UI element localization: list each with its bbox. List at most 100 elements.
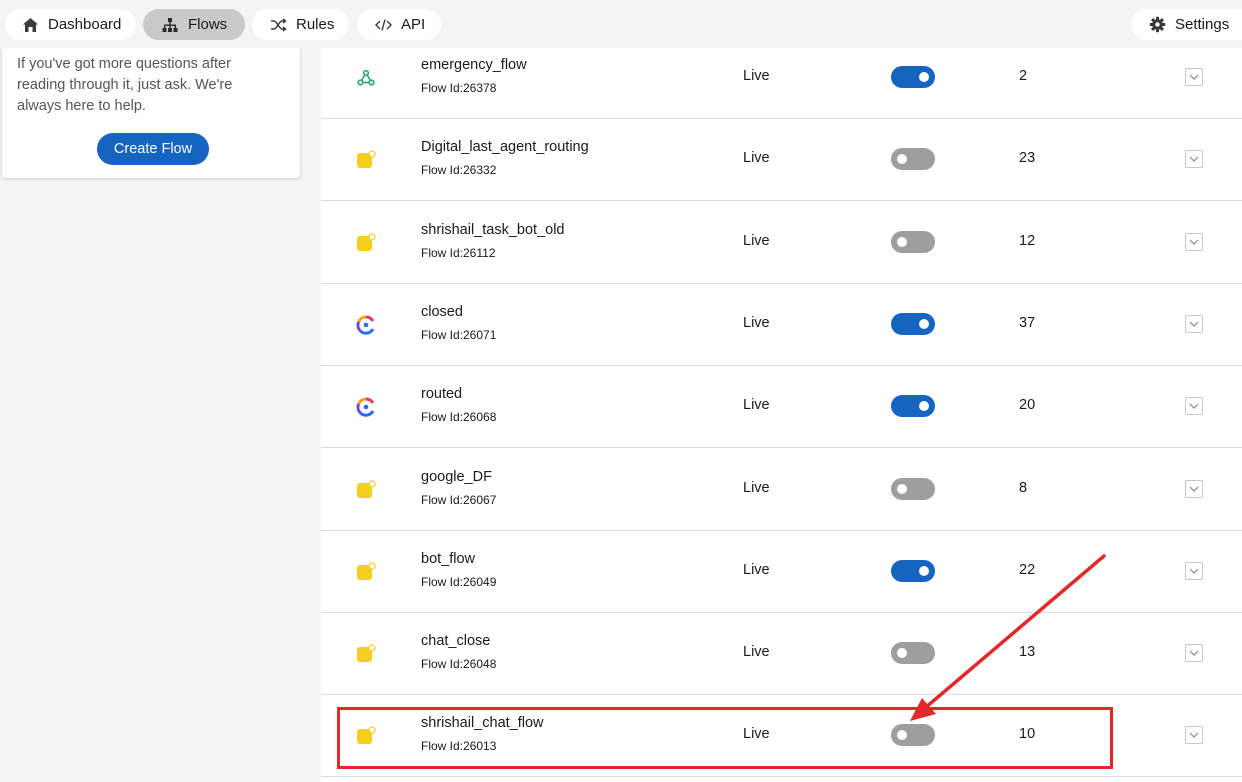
flow-toggle[interactable] bbox=[891, 312, 935, 335]
flow-name[interactable]: google_DF bbox=[421, 469, 492, 485]
flow-count: 10 bbox=[1019, 726, 1036, 743]
flow-name[interactable]: bot_flow bbox=[421, 551, 475, 567]
flow-status: Live bbox=[743, 644, 770, 661]
flow-status: Live bbox=[743, 726, 770, 743]
row-expand-button[interactable] bbox=[1185, 561, 1203, 580]
top-navigation: Dashboard Flows Rules API Settings bbox=[0, 0, 1242, 48]
toggle-knob bbox=[919, 318, 929, 329]
flow-count: 13 bbox=[1019, 644, 1036, 661]
flow-status: Live bbox=[743, 150, 770, 167]
colorful-c-logo-icon bbox=[356, 315, 376, 335]
flow-row-shrishail_task_bot_old[interactable]: shrishail_task_bot_old Flow Id:26112 Liv… bbox=[321, 202, 1242, 284]
gear-icon bbox=[1148, 16, 1166, 34]
chevron-down-icon bbox=[1189, 732, 1199, 739]
flow-id: Flow Id:26071 bbox=[421, 327, 497, 342]
flow-name[interactable]: emergency_flow bbox=[421, 57, 527, 73]
chevron-down-icon bbox=[1189, 403, 1199, 410]
flow-name[interactable]: shrishail_chat_flow bbox=[421, 715, 544, 731]
flow-row-google_DF[interactable]: google_DF Flow Id:26067 Live 8 bbox=[321, 449, 1242, 531]
flow-name[interactable]: routed bbox=[421, 386, 462, 402]
flow-name[interactable]: shrishail_task_bot_old bbox=[421, 222, 564, 238]
flow-id: Flow Id:26049 bbox=[421, 574, 497, 589]
nav-settings-label: Settings bbox=[1175, 16, 1230, 33]
create-flow-button[interactable]: Create Flow bbox=[97, 133, 209, 165]
flow-status: Live bbox=[743, 479, 770, 496]
code-icon bbox=[374, 16, 392, 34]
toggle-knob bbox=[897, 483, 907, 494]
toggle-knob bbox=[919, 401, 929, 412]
flow-toggle[interactable] bbox=[891, 148, 935, 171]
flow-list: emergency_flow Flow Id:26378 Live 2 Digi… bbox=[321, 37, 1242, 782]
flow-status: Live bbox=[743, 397, 770, 414]
flow-row-routed[interactable]: routed Flow Id:26068 Live 20 bbox=[321, 366, 1242, 449]
row-expand-button[interactable] bbox=[1185, 397, 1203, 416]
chevron-down-icon bbox=[1189, 321, 1199, 327]
flow-toggle[interactable] bbox=[891, 642, 935, 665]
flow-id: Flow Id:26112 bbox=[421, 245, 496, 260]
row-expand-button[interactable] bbox=[1185, 644, 1203, 663]
chevron-down-icon bbox=[1189, 486, 1199, 492]
row-expand-button[interactable] bbox=[1185, 479, 1203, 498]
help-card: If you've got more questions after readi… bbox=[2, 48, 300, 178]
flow-row-Digital_last_agent_routing[interactable]: Digital_last_agent_routing Flow Id:26332… bbox=[321, 119, 1242, 202]
toggle-knob bbox=[919, 565, 929, 576]
row-expand-button[interactable] bbox=[1185, 726, 1203, 745]
chevron-down-icon bbox=[1189, 74, 1199, 80]
nav-api-label: API bbox=[401, 16, 426, 33]
nav-settings[interactable]: Settings bbox=[1131, 9, 1242, 40]
yellow-note-icon bbox=[356, 232, 376, 253]
flow-count: 22 bbox=[1019, 561, 1036, 578]
flow-row-shrishail_chat_flow[interactable]: shrishail_chat_flow Flow Id:26013 Live 1… bbox=[321, 695, 1242, 778]
flow-row-chat_close[interactable]: chat_close Flow Id:26048 Live 13 bbox=[321, 613, 1242, 696]
webhook-icon bbox=[356, 68, 376, 88]
row-expand-button[interactable] bbox=[1185, 232, 1203, 251]
row-expand-button[interactable] bbox=[1185, 150, 1203, 169]
flow-count: 2 bbox=[1019, 68, 1028, 84]
flow-toggle[interactable] bbox=[891, 477, 935, 500]
flow-status: Live bbox=[743, 314, 770, 331]
flow-id: Flow Id:26068 bbox=[421, 410, 497, 425]
flow-toggle[interactable] bbox=[891, 230, 935, 253]
toggle-knob bbox=[919, 72, 929, 82]
flow-count: 8 bbox=[1019, 479, 1028, 496]
flow-count: 12 bbox=[1019, 232, 1036, 249]
help-text: If you've got more questions after readi… bbox=[17, 56, 233, 114]
flow-count: 37 bbox=[1019, 314, 1036, 331]
nav-dashboard-label: Dashboard bbox=[48, 16, 122, 33]
flow-row-bot_flow[interactable]: bot_flow Flow Id:26049 Live 22 bbox=[321, 531, 1242, 613]
flow-row-closed[interactable]: closed Flow Id:26071 Live 37 bbox=[321, 284, 1242, 366]
nav-rules[interactable]: Rules bbox=[252, 9, 349, 40]
toggle-knob bbox=[897, 236, 907, 247]
nav-rules-label: Rules bbox=[296, 16, 335, 33]
flow-id: Flow Id:26332 bbox=[421, 163, 497, 178]
flow-status: Live bbox=[743, 232, 770, 249]
flow-toggle[interactable] bbox=[891, 724, 935, 747]
row-expand-button[interactable] bbox=[1185, 68, 1203, 86]
flow-status: Live bbox=[743, 68, 770, 84]
nav-flows-label: Flows bbox=[188, 16, 228, 33]
shuffle-icon bbox=[269, 16, 287, 34]
flow-id: Flow Id:26013 bbox=[421, 739, 497, 754]
flow-count: 23 bbox=[1019, 150, 1036, 167]
toggle-knob bbox=[897, 154, 907, 165]
toggle-knob bbox=[897, 648, 907, 659]
flow-row-emergency_flow[interactable]: emergency_flow Flow Id:26378 Live 2 bbox=[321, 37, 1242, 119]
flow-name[interactable]: closed bbox=[421, 304, 463, 320]
nav-dashboard[interactable]: Dashboard bbox=[5, 9, 136, 40]
home-icon bbox=[21, 16, 39, 34]
flow-toggle[interactable] bbox=[891, 66, 935, 88]
nav-api[interactable]: API bbox=[357, 9, 441, 40]
flow-id: Flow Id:26048 bbox=[421, 657, 497, 672]
yellow-note-icon bbox=[356, 726, 376, 746]
flow-id: Flow Id:26378 bbox=[421, 81, 497, 95]
flow-name[interactable]: Digital_last_agent_routing bbox=[421, 139, 589, 155]
yellow-note-icon bbox=[356, 644, 376, 664]
flow-toggle[interactable] bbox=[891, 559, 935, 582]
colorful-c-logo-icon bbox=[356, 397, 376, 417]
flow-toggle[interactable] bbox=[891, 395, 935, 418]
chevron-down-icon bbox=[1189, 239, 1199, 245]
nav-flows[interactable]: Flows bbox=[143, 9, 245, 40]
row-expand-button[interactable] bbox=[1185, 314, 1203, 333]
flow-name[interactable]: chat_close bbox=[421, 633, 490, 649]
chevron-down-icon bbox=[1189, 650, 1199, 656]
